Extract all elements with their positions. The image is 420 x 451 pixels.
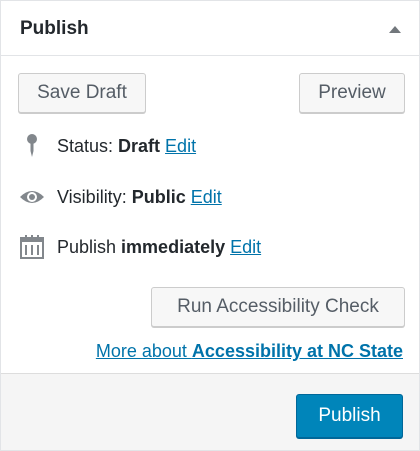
collapse-toggle-icon[interactable] xyxy=(389,26,401,33)
schedule-row: Publish immediately Edit xyxy=(19,234,261,260)
calendar-icon xyxy=(19,234,45,260)
status-row: Status: Draft Edit xyxy=(19,133,196,159)
status-label: Status: xyxy=(57,135,119,156)
publish-button[interactable]: Publish xyxy=(296,394,403,438)
status-value: Draft xyxy=(118,135,161,156)
save-draft-button[interactable]: Save Draft xyxy=(18,73,146,113)
publish-panel: Publish Save Draft Preview Status: Draft… xyxy=(0,0,420,451)
accessibility-link-bold: Accessibility at NC State xyxy=(191,341,403,361)
eye-icon xyxy=(19,184,45,210)
accessibility-link-prefix: More about xyxy=(95,341,192,361)
visibility-edit-link[interactable]: Edit xyxy=(191,187,222,208)
panel-header: Publish xyxy=(1,1,419,56)
visibility-value: Public xyxy=(131,186,186,207)
visibility-row: Visibility: Public Edit xyxy=(19,184,222,210)
preview-button[interactable]: Preview xyxy=(299,73,405,113)
pin-icon xyxy=(19,133,45,159)
panel-title: Publish xyxy=(20,18,89,39)
status-edit-link[interactable]: Edit xyxy=(165,136,196,157)
schedule-label: Publish xyxy=(57,236,122,257)
accessibility-info-link[interactable]: More about Accessibility at NC State xyxy=(96,341,403,362)
visibility-label: Visibility: xyxy=(57,186,132,207)
run-accessibility-check-button[interactable]: Run Accessibility Check xyxy=(151,287,405,327)
schedule-edit-link[interactable]: Edit xyxy=(230,237,261,258)
publish-footer: Publish xyxy=(1,373,419,450)
schedule-value: immediately xyxy=(121,236,226,257)
